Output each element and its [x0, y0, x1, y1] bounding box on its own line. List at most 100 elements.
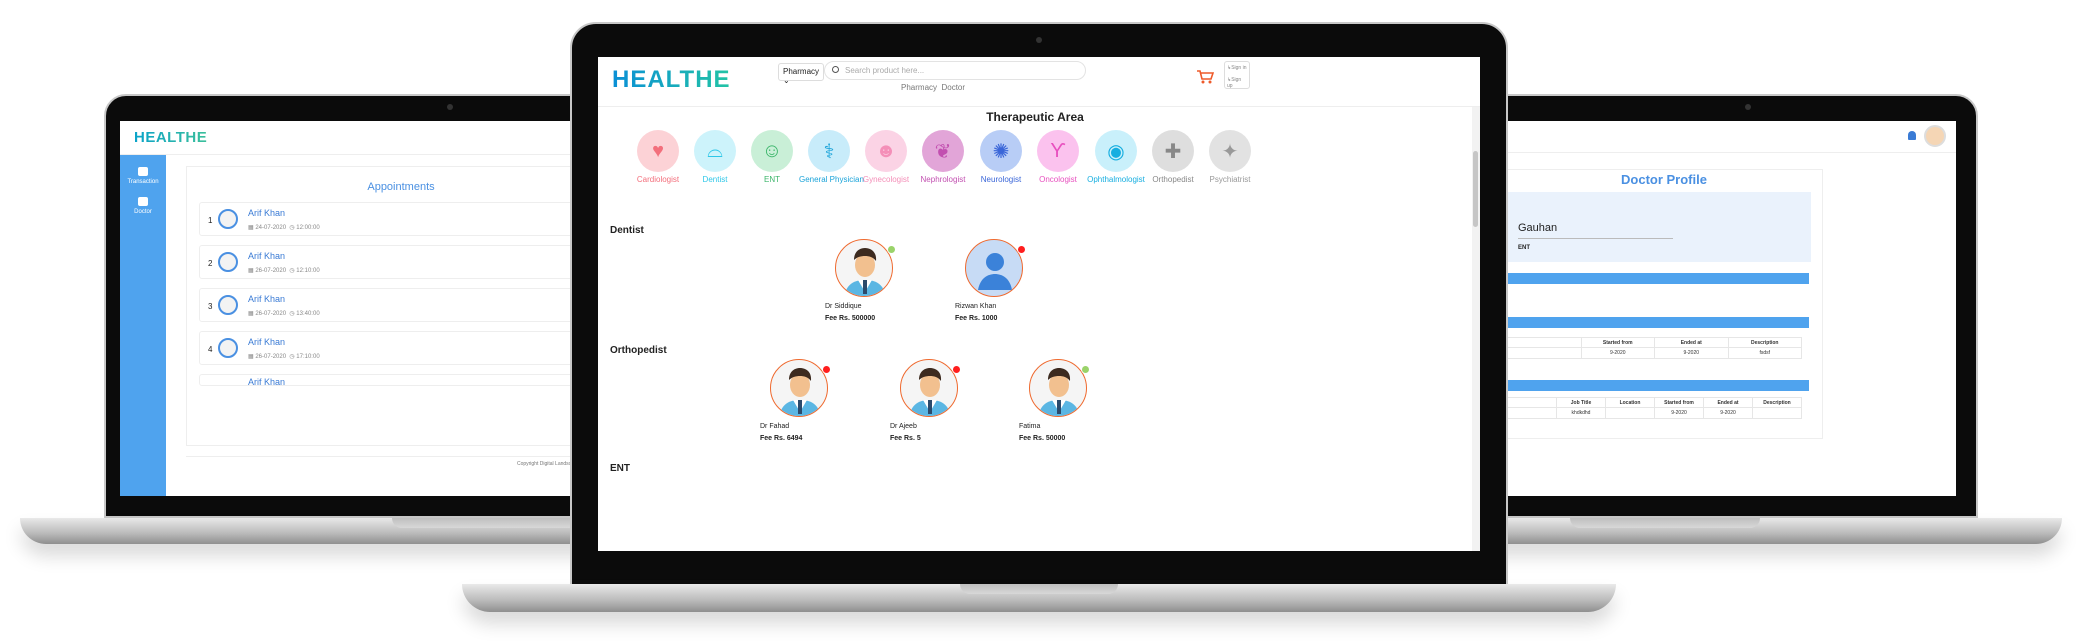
doctor-name: Dr Fahad: [760, 423, 790, 430]
jobs-table: Job Title Location Started from Ended at…: [1506, 397, 1802, 419]
category-label: Neurologist: [980, 175, 1022, 184]
scrollbar[interactable]: [1472, 107, 1480, 551]
right-screen: Doctor Profile Gauhan ENT Started from E…: [1505, 121, 1956, 496]
sidebar-item-transaction[interactable]: Transaction: [120, 167, 166, 185]
auth-buttons: ↳Sign in ↳Sign up: [1224, 61, 1250, 89]
doctor-fee: Fee Rs. 500000: [825, 315, 876, 322]
mockup-stage: HEALTHE Transaction Doctor Appointments …: [0, 0, 2079, 643]
section-bar: [1506, 317, 1809, 328]
profile-summary: Gauhan ENT: [1506, 192, 1811, 262]
cart-icon[interactable]: [1196, 69, 1214, 85]
sidebar-item-label: Doctor: [134, 209, 152, 215]
search-input[interactable]: Search product here...: [824, 61, 1086, 80]
appointment-name[interactable]: Arif Khan: [248, 337, 285, 347]
doctor-card[interactable]: Rizwan Khan Fee Rs. 1000: [955, 239, 1065, 322]
category-oncologist[interactable]: ϒ Oncologist: [1028, 130, 1088, 184]
doctor-name: Rizwan Khan: [955, 303, 997, 310]
appointment-time: 12:00:00: [296, 225, 320, 231]
left-brand-logo[interactable]: HEALTHE: [134, 129, 207, 146]
appointment-item[interactable]: 1 Arif Khan ▦ 24-07-2020 ◷ 12:00:00: [199, 202, 590, 236]
left-screen: HEALTHE Transaction Doctor Appointments …: [120, 121, 590, 496]
category-label: Gynecologist: [862, 175, 910, 184]
appointment-item[interactable]: 4 Arif Khan ▦ 26-07-2020 ◷ 17:10:00: [199, 331, 590, 365]
appointment-name[interactable]: Arif Khan: [248, 294, 285, 304]
category-neurologist[interactable]: ✺ Neurologist: [971, 130, 1031, 184]
section-bar: [1506, 273, 1809, 284]
appointment-number: 3: [208, 302, 213, 311]
scrollbar-thumb[interactable]: [1473, 151, 1478, 227]
center-camera: [1036, 37, 1042, 43]
appointment-item-partial[interactable]: Arif Khan: [199, 374, 590, 386]
category-label: General Physician: [799, 175, 864, 184]
appointment-name[interactable]: Arif Khan: [248, 208, 285, 218]
section-title-orthopedist: Orthopedist: [610, 345, 667, 356]
category-general-physician[interactable]: ⚕ General Physician: [799, 130, 864, 184]
doctor-card[interactable]: Fatima Fee Rs. 50000: [1019, 359, 1129, 442]
brand-logo[interactable]: HEALTHE: [612, 66, 731, 94]
avatar[interactable]: [1924, 125, 1946, 147]
category-ophthalmologist[interactable]: ◉ Ophthalmologist: [1086, 130, 1146, 184]
table-cell: 9-2020: [1703, 408, 1752, 418]
table-cell: fsdsf: [1727, 348, 1802, 358]
left-camera: [447, 104, 453, 110]
avatar: [1029, 359, 1087, 417]
search-icon: [832, 66, 839, 73]
center-laptop-notch: [960, 584, 1118, 594]
section-title-ent: ENT: [610, 463, 630, 474]
category-gynecologist[interactable]: ☻ Gynecologist: [856, 130, 916, 184]
sign-in-link[interactable]: ↳Sign in: [1227, 65, 1247, 71]
status-dot: [887, 245, 896, 254]
section-title-dentist: Dentist: [610, 225, 644, 236]
table-header-cell: Description: [1727, 338, 1802, 347]
right-header: [1505, 121, 1956, 153]
sidebar-item-doctor[interactable]: Doctor: [120, 197, 166, 215]
category-dentist[interactable]: ⌓ Dentist: [685, 130, 745, 184]
doctor-name: Dr Ajeeb: [890, 423, 917, 430]
left-laptop-notch: [392, 518, 582, 528]
doctor-card[interactable]: Dr Ajeeb Fee Rs. 5: [890, 359, 1000, 442]
category-label: Nephrologist: [920, 175, 966, 184]
center-screen: HEALTHE Pharmacy ⌄ Search product here..…: [598, 57, 1480, 551]
category-psychiatrist[interactable]: ✦ Psychiatrist: [1200, 130, 1260, 184]
avatar: [218, 338, 238, 358]
table-header-cell: Job Title: [1556, 398, 1605, 407]
right-laptop-notch: [1570, 518, 1760, 528]
category-select[interactable]: Pharmacy ⌄: [778, 63, 824, 85]
doctor-name: Fatima: [1019, 423, 1041, 430]
appointment-item[interactable]: 2 Arif Khan ▦ 26-07-2020 ◷ 12:10:00: [199, 245, 590, 279]
table-cell: [1752, 408, 1801, 418]
appointment-number: 2: [208, 259, 213, 268]
category-cardiologist[interactable]: ♥ Cardiologist: [628, 130, 688, 184]
subnav-doctor[interactable]: Doctor: [941, 83, 965, 92]
appointment-name[interactable]: Arif Khan: [248, 251, 285, 261]
appointment-name[interactable]: Arif Khan: [248, 377, 285, 385]
table-header-cell: Ended at: [1703, 398, 1752, 407]
table-header-cell: Started from: [1654, 398, 1703, 407]
category-label: Orthopedist: [1152, 175, 1194, 184]
table-header-cell: Description: [1752, 398, 1801, 407]
bone-icon: ✚: [1152, 130, 1194, 172]
category-label: Ophthalmologist: [1087, 175, 1145, 184]
status-dot: [952, 365, 961, 374]
category-orthopedist[interactable]: ✚ Orthopedist: [1143, 130, 1203, 184]
category-nephrologist[interactable]: ❦ Nephrologist: [913, 130, 973, 184]
appointment-item[interactable]: 3 Arif Khan ▦ 26-07-2020 ◷ 13:40:00: [199, 288, 590, 322]
brain-icon: ✺: [980, 130, 1022, 172]
category-ent[interactable]: ☺ ENT: [742, 130, 802, 184]
doctor-card[interactable]: Dr Siddique Fee Rs. 500000: [825, 239, 935, 322]
sign-up-link[interactable]: ↳Sign up: [1227, 77, 1247, 89]
chevron-down-icon: ⌄: [783, 76, 790, 85]
table-header-cell: Location: [1605, 398, 1654, 407]
category-label: Dentist: [702, 175, 728, 184]
subnav-pharmacy[interactable]: Pharmacy: [901, 83, 937, 92]
bell-icon[interactable]: [1908, 131, 1916, 140]
category-label: Psychiatrist: [1209, 175, 1251, 184]
table-cell: 9-2020: [1654, 348, 1728, 358]
doctor-card[interactable]: Dr Fahad Fee Rs. 6494: [760, 359, 870, 442]
avatar: [900, 359, 958, 417]
appointments-panel: Appointments 1 Arif Khan ▦ 24-07-2020 ◷ …: [186, 166, 590, 446]
appointment-datetime: ▦ 26-07-2020 ◷ 17:10:00: [248, 354, 320, 360]
sign-up-label: Sign up: [1227, 77, 1242, 89]
avatar: [218, 209, 238, 229]
left-footer: Copyright Digital Landscape (Pvt) Ltd ©2…: [186, 456, 590, 467]
